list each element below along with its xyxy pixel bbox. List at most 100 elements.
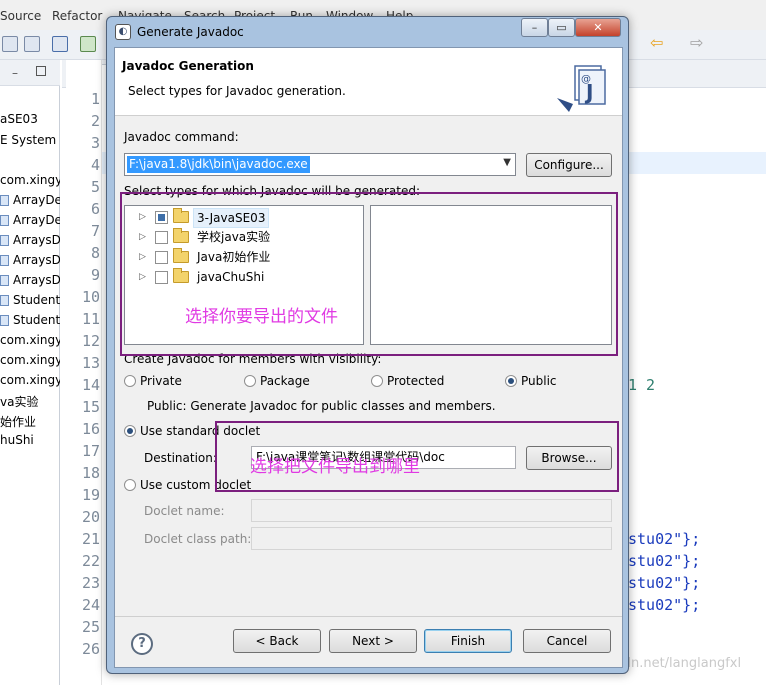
line-number: 6 [90, 200, 100, 218]
list-item[interactable]: ArraysD [0, 233, 60, 247]
code-line: stu02"}; [628, 530, 701, 548]
list-item[interactable]: Student [0, 313, 60, 327]
doclet-class-path-label: Doclet class path: [144, 532, 252, 546]
back-arrow-icon[interactable]: ⇦ [650, 33, 666, 52]
minimize-button[interactable]: – [521, 18, 548, 37]
dialog-title: Generate Javadoc [137, 25, 244, 39]
class-icon [0, 195, 9, 206]
radio-package[interactable] [244, 375, 256, 387]
toolbar-icon[interactable] [2, 36, 18, 52]
line-number: 11 [81, 310, 100, 328]
menu-source[interactable]: Source [0, 9, 41, 23]
line-number: 4 [90, 156, 100, 174]
javadoc-command-combo[interactable]: F:\java1.8\jdk\bin\javadoc.exe ▼ [124, 153, 516, 176]
line-number: 16 [81, 420, 100, 438]
line-number: 23 [81, 574, 100, 592]
line-number: 7 [90, 222, 100, 240]
cancel-button[interactable]: Cancel [523, 629, 611, 653]
line-number: 26 [81, 640, 100, 658]
chevron-down-icon[interactable]: ▼ [503, 157, 511, 168]
code-line: stu02"}; [628, 574, 701, 592]
configure-button[interactable]: Configure... [526, 153, 612, 177]
radio-public[interactable] [505, 375, 517, 387]
visibility-description: Public: Generate Javadoc for public clas… [147, 399, 496, 413]
debug-icon[interactable] [80, 36, 96, 52]
finish-button[interactable]: Finish [424, 629, 512, 653]
wizard-subtitle: Select types for Javadoc generation. [128, 84, 346, 98]
doclet-class-path-field[interactable] [251, 527, 612, 550]
javadoc-command-label: Javadoc command: [124, 130, 239, 144]
list-item[interactable]: com.xingy [0, 353, 60, 367]
line-number: 3 [90, 134, 100, 152]
svg-text:J: J [584, 80, 593, 104]
wizard-header: Javadoc Generation Select types for Java… [115, 48, 622, 116]
radio-private-label[interactable]: Private [140, 374, 182, 388]
line-number: 9 [90, 266, 100, 284]
package-explorer-header: – [0, 60, 60, 86]
line-number: 1 [90, 90, 100, 108]
line-number: 24 [81, 596, 100, 614]
line-number: 5 [90, 178, 100, 196]
list-item[interactable]: 始作业 [0, 413, 60, 430]
class-icon [0, 275, 9, 286]
annotation-text-destination: 选择把文件导出到哪里 [250, 457, 420, 477]
list-item[interactable]: ArrayDe [0, 213, 60, 227]
radio-public-label[interactable]: Public [521, 374, 557, 388]
list-item[interactable]: com.xingy [0, 373, 60, 387]
radio-protected[interactable] [371, 375, 383, 387]
code-line: 1 2 [628, 376, 656, 394]
list-item[interactable]: E System L [0, 133, 60, 147]
maximize-icon[interactable] [36, 66, 46, 76]
class-icon [0, 215, 9, 226]
line-number: 25 [81, 618, 100, 636]
class-icon [0, 255, 9, 266]
dialog-body: Javadoc Generation Select types for Java… [114, 47, 623, 668]
dialog-titlebar[interactable]: ◐ Generate Javadoc – ▭ ✕ [107, 17, 628, 47]
radio-private[interactable] [124, 375, 136, 387]
javadoc-command-value[interactable]: F:\java1.8\jdk\bin\javadoc.exe [127, 156, 310, 173]
line-number: 22 [81, 552, 100, 570]
line-number: 2 [90, 112, 100, 130]
annotation-text-files: 选择你要导出的文件 [185, 307, 338, 327]
radio-standard-doclet[interactable] [124, 425, 136, 437]
list-item[interactable]: huShi [0, 433, 60, 447]
line-number: 12 [81, 332, 100, 350]
class-icon [0, 295, 9, 306]
list-item[interactable]: aSE03 [0, 112, 60, 126]
eclipse-app-icon: ◐ [115, 24, 131, 40]
forward-arrow-icon[interactable]: ⇨ [690, 33, 706, 52]
line-number: 14 [81, 376, 100, 394]
class-icon [0, 235, 9, 246]
menu-refactor[interactable]: Refactor [52, 9, 102, 23]
line-number: 19 [81, 486, 100, 504]
back-button[interactable]: < Back [233, 629, 321, 653]
list-item[interactable]: ArraysD [0, 253, 60, 267]
javadoc-wizard-icon: @ J [557, 65, 606, 112]
line-number: 10 [81, 288, 100, 306]
line-number: 17 [81, 442, 100, 460]
list-item[interactable]: com.xingy [0, 173, 60, 187]
close-button[interactable]: ✕ [575, 18, 621, 37]
maximize-button[interactable]: ▭ [548, 18, 575, 37]
line-number: 8 [90, 244, 100, 262]
footer-separator [115, 616, 622, 617]
radio-custom-doclet[interactable] [124, 479, 136, 491]
doclet-name-label: Doclet name: [144, 504, 225, 518]
doclet-name-field[interactable] [251, 499, 612, 522]
wizard-title: Javadoc Generation [122, 59, 254, 73]
minimize-icon[interactable]: – [12, 66, 18, 80]
radio-protected-label[interactable]: Protected [387, 374, 444, 388]
radio-package-label[interactable]: Package [260, 374, 310, 388]
toolbar-icon[interactable] [24, 36, 40, 52]
list-item[interactable]: com.xingy [0, 333, 60, 347]
list-item[interactable]: va实验 [0, 393, 60, 410]
list-item[interactable]: Student [0, 293, 60, 307]
help-icon[interactable]: ? [131, 633, 153, 655]
line-number: 18 [81, 464, 100, 482]
list-item[interactable]: ArraysD [0, 273, 60, 287]
toolbar-icon[interactable] [52, 36, 68, 52]
annotation-box-files [120, 192, 618, 356]
next-button[interactable]: Next > [329, 629, 417, 653]
list-item[interactable]: ArrayDe [0, 193, 60, 207]
line-number: 20 [81, 508, 100, 526]
